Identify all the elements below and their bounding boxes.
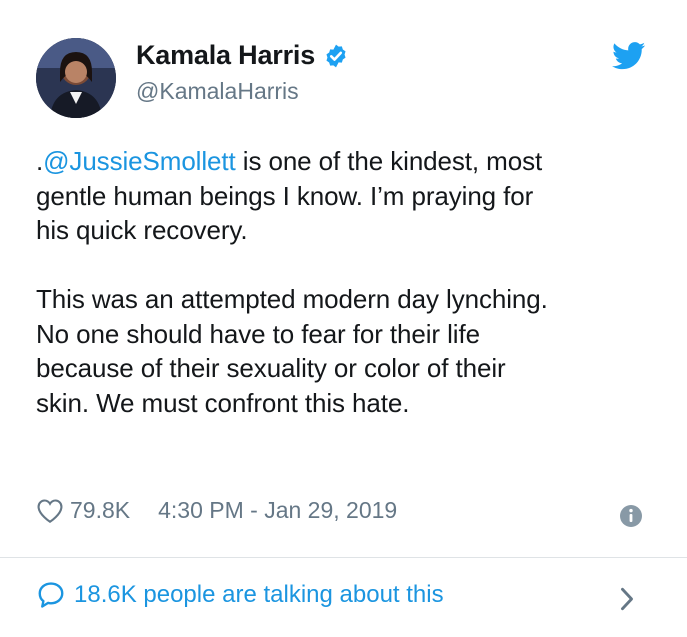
conversation-label: 18.6K people are talking about this (74, 581, 444, 608)
display-name[interactable]: Kamala Harris (136, 40, 315, 71)
author-name-row: Kamala Harris (136, 40, 349, 71)
twitter-bird-icon[interactable] (612, 42, 646, 70)
conversation-link[interactable]: 18.6K people are talking about this (36, 580, 444, 610)
heart-icon[interactable] (36, 498, 64, 524)
author-handle[interactable]: @KamalaHarris (136, 78, 299, 105)
divider (0, 557, 687, 558)
timestamp[interactable]: 4:30 PM - Jan 29, 2019 (158, 497, 397, 524)
chevron-right-icon[interactable] (618, 586, 636, 612)
tweet-meta: 79.8K 4:30 PM - Jan 29, 2019 (36, 497, 397, 524)
mention-link[interactable]: @JussieSmollett (43, 146, 236, 176)
speech-bubble-icon (38, 582, 64, 608)
verified-badge-icon (326, 44, 346, 67)
avatar-photo (36, 38, 116, 118)
info-icon[interactable] (619, 504, 643, 528)
tweet-text: .@JussieSmollett is one of the kindest, … (36, 144, 661, 420)
tweet-body: is one of the kindest, most gentle human… (36, 146, 548, 418)
like-count[interactable]: 79.8K (70, 497, 130, 524)
avatar[interactable] (36, 38, 116, 118)
tweet-card: Kamala Harris @KamalaHarris .@JussieSmol… (0, 0, 687, 637)
